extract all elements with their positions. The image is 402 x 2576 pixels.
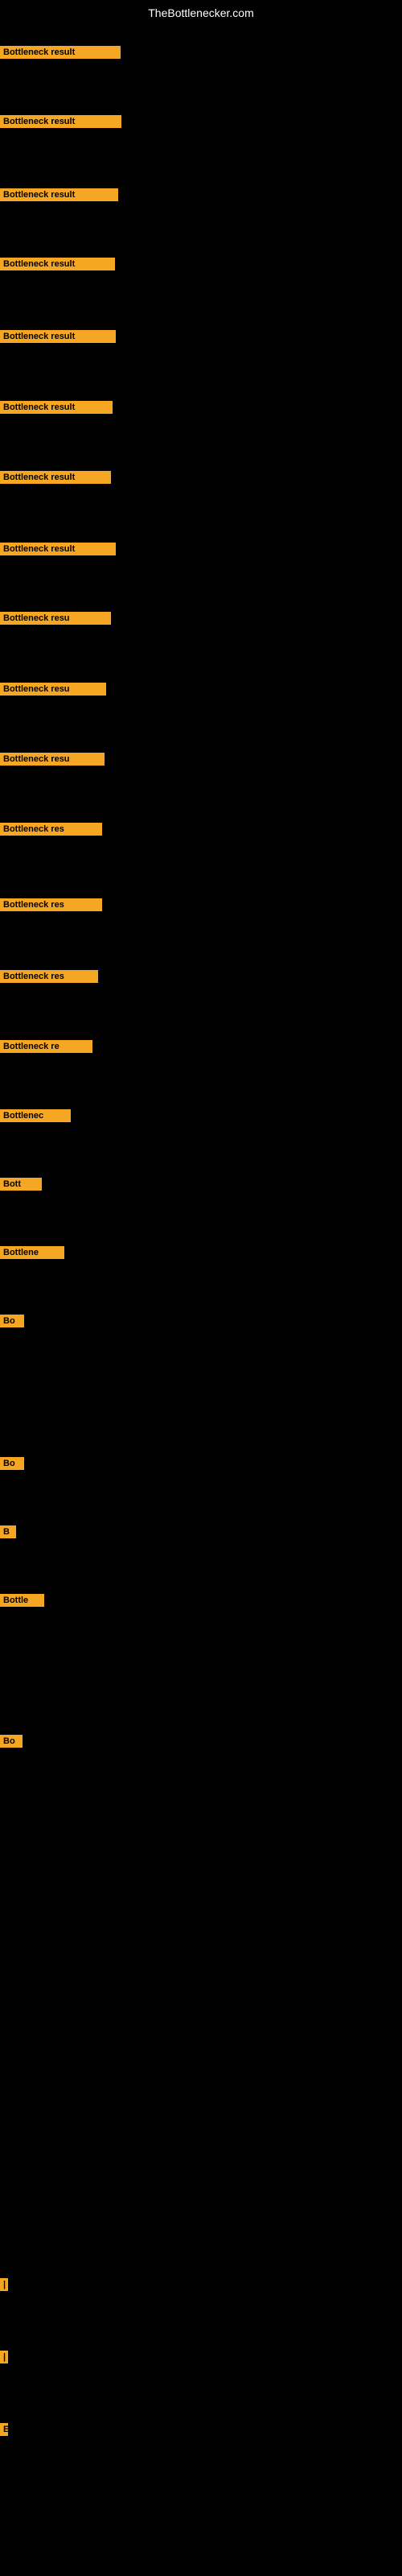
bottleneck-badge[interactable]: Bo (0, 1315, 24, 1327)
bottleneck-badge[interactable]: | (0, 2278, 8, 2291)
bottleneck-badge[interactable]: Bottleneck re (0, 1040, 92, 1053)
bottleneck-badge[interactable]: Bottleneck resu (0, 683, 106, 696)
bottleneck-badge[interactable]: Bottleneck result (0, 188, 118, 201)
bottleneck-badge[interactable]: Bottleneck result (0, 46, 121, 59)
bottleneck-badge[interactable]: Bottleneck result (0, 471, 111, 484)
bottleneck-badge[interactable]: Bottleneck resu (0, 612, 111, 625)
bottleneck-badge[interactable]: Bottle (0, 1594, 44, 1607)
bottleneck-badge[interactable]: Bottleneck result (0, 543, 116, 555)
bottleneck-badge[interactable]: Bottleneck res (0, 970, 98, 983)
bottleneck-badge[interactable]: Bottlenec (0, 1109, 71, 1122)
bottleneck-badge[interactable]: Bottleneck result (0, 330, 116, 343)
bottleneck-badge[interactable]: Bottleneck res (0, 898, 102, 911)
bottleneck-badge[interactable]: B (0, 1525, 16, 1538)
bottleneck-badge[interactable]: Bottleneck result (0, 401, 113, 414)
bottleneck-badge[interactable]: Bottleneck result (0, 258, 115, 270)
bottleneck-badge[interactable]: Bo (0, 1457, 24, 1470)
bottleneck-badge[interactable]: Bottleneck resu (0, 753, 105, 766)
bottleneck-badge[interactable]: | (0, 2351, 8, 2363)
bottleneck-badge[interactable]: Bo (0, 1735, 23, 1748)
site-title: TheBottlenecker.com (0, 6, 402, 19)
bottleneck-badge[interactable]: Bott (0, 1178, 42, 1191)
bottleneck-badge[interactable]: E (0, 2423, 8, 2436)
bottleneck-badge[interactable]: Bottleneck result (0, 115, 121, 128)
bottleneck-badge[interactable]: Bottleneck res (0, 823, 102, 836)
bottleneck-badge[interactable]: Bottlene (0, 1246, 64, 1259)
